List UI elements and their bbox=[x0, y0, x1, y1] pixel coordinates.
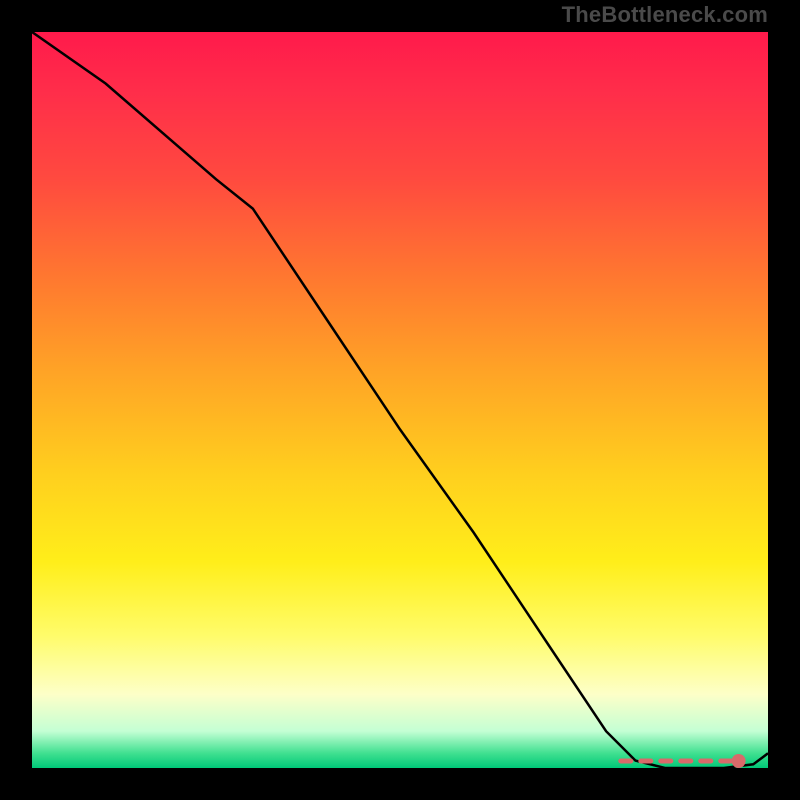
chart-container: TheBottleneck.com bbox=[0, 0, 800, 800]
bottleneck-curve-line bbox=[32, 32, 768, 768]
attribution-label: TheBottleneck.com bbox=[562, 2, 768, 28]
optimal-point-marker bbox=[732, 754, 746, 768]
plot-area bbox=[32, 32, 768, 768]
chart-svg bbox=[32, 32, 768, 768]
